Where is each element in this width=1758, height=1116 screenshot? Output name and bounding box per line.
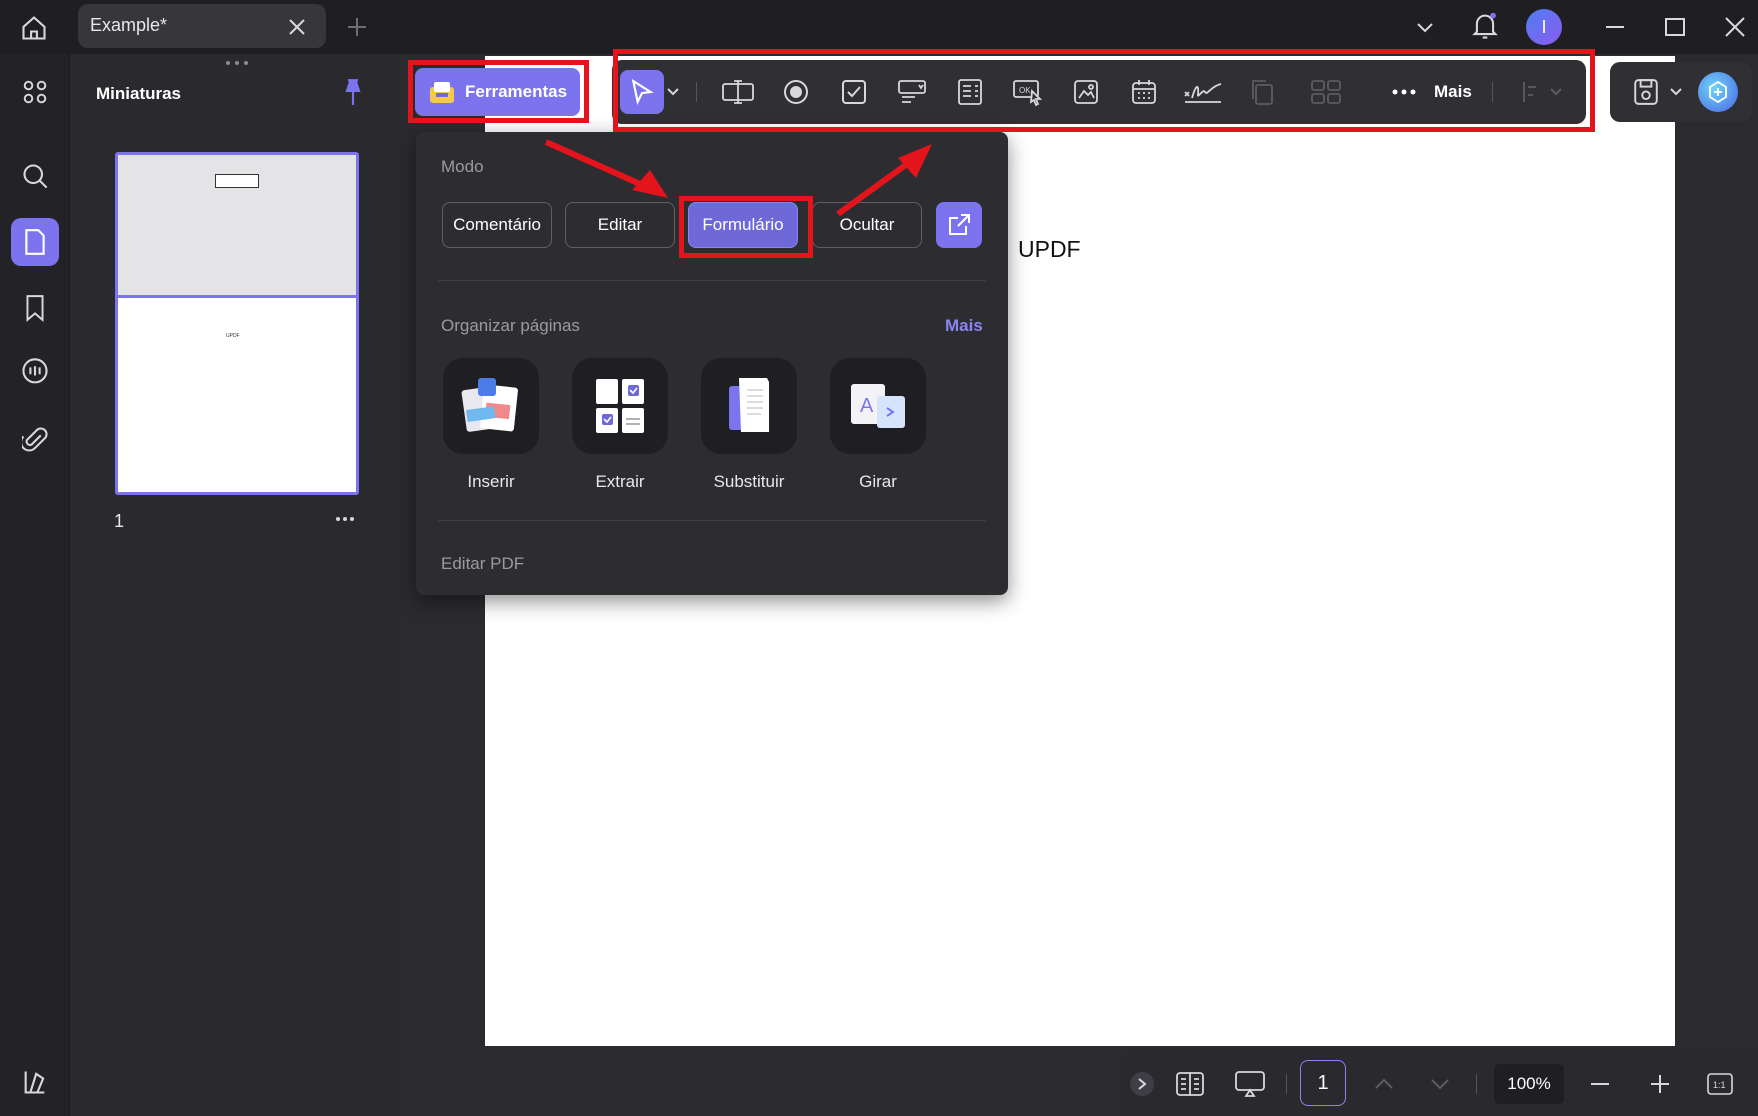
extract-label: Extrair: [595, 472, 645, 491]
pin-icon[interactable]: [338, 76, 368, 108]
pages-thumbnail-icon[interactable]: [11, 218, 59, 266]
organize-section-label: Organizar páginas: [441, 316, 580, 335]
comment-icon[interactable]: [11, 348, 59, 396]
thumbnail-text: UPDF: [226, 333, 240, 339]
edit-pdf-section-label: Editar PDF: [441, 554, 525, 573]
title-bar: Example* I: [0, 0, 1758, 54]
more-options-icon[interactable]: [334, 512, 356, 526]
page-thumbnail[interactable]: UPDF: [115, 152, 359, 495]
right-actions: [1610, 62, 1752, 122]
section-divider: [438, 280, 986, 281]
close-tab-icon[interactable]: [284, 14, 310, 40]
maximize-icon[interactable]: [1658, 12, 1692, 42]
rotate-page-icon: A: [830, 358, 926, 454]
ai-assistant-icon[interactable]: [1698, 72, 1738, 112]
replace-page-icon: [701, 358, 797, 454]
divider: [1476, 1074, 1477, 1094]
annotation-highlight-tools: [408, 60, 589, 123]
annotation-highlight-toolbar: [613, 49, 1595, 132]
replace-label: Substituir: [713, 472, 785, 491]
drag-handle[interactable]: [222, 60, 252, 66]
presentation-icon[interactable]: [1230, 1066, 1270, 1102]
bookmark-icon[interactable]: [11, 284, 59, 332]
minimize-icon[interactable]: [1598, 12, 1632, 42]
next-page-icon[interactable]: [1426, 1070, 1454, 1098]
replace-page-item[interactable]: Substituir: [674, 358, 824, 492]
insert-page-item[interactable]: Inserir: [416, 358, 566, 492]
actual-size-icon[interactable]: 1:1: [1704, 1068, 1736, 1100]
bottom-bar: 1 100% 1:1: [1120, 1052, 1758, 1116]
tab-title: Example*: [90, 15, 168, 35]
panel-title: Miniaturas: [96, 84, 182, 103]
insert-page-icon: [443, 358, 539, 454]
svg-text:1:1: 1:1: [1713, 1080, 1726, 1090]
expand-chevron-icon[interactable]: [1130, 1072, 1154, 1096]
divider: [1286, 1074, 1287, 1094]
zoom-in-icon[interactable]: [1646, 1070, 1674, 1098]
chevron-down-icon[interactable]: [1410, 12, 1440, 42]
document-text: UPDF: [1018, 236, 1081, 262]
search-icon[interactable]: [11, 152, 59, 200]
mode-section-label: Modo: [441, 157, 484, 176]
zoom-level-input[interactable]: 100%: [1494, 1064, 1564, 1104]
extract-page-item[interactable]: Extrair: [545, 358, 695, 492]
page-layout-icon[interactable]: [1172, 1066, 1208, 1102]
extract-page-icon: [572, 358, 668, 454]
user-avatar[interactable]: I: [1526, 9, 1562, 45]
organize-more-link[interactable]: Mais: [945, 316, 983, 336]
thumbnail-header-area: [118, 155, 356, 298]
panel-toggle-icon[interactable]: [11, 1058, 59, 1106]
annotation-arrows: [544, 139, 932, 217]
section-divider: [438, 520, 986, 521]
rotate-label: Girar: [859, 472, 897, 491]
page-number-input[interactable]: 1: [1300, 1060, 1346, 1106]
apps-grid-icon[interactable]: [11, 68, 59, 116]
thumbnail-form-field: [215, 174, 259, 188]
close-window-icon[interactable]: [1718, 12, 1752, 42]
mode-comment-button[interactable]: Comentário: [442, 202, 552, 248]
previous-page-icon[interactable]: [1370, 1070, 1398, 1098]
new-tab-icon[interactable]: [342, 12, 372, 42]
home-icon[interactable]: [14, 8, 54, 48]
save-icon[interactable]: [1624, 70, 1668, 114]
zoom-out-icon[interactable]: [1586, 1070, 1614, 1098]
save-dropdown-chevron-icon[interactable]: [1666, 70, 1686, 114]
rotate-page-item[interactable]: A Girar: [803, 358, 953, 492]
svg-text:A: A: [860, 395, 874, 417]
attachment-icon[interactable]: [11, 416, 59, 464]
left-rail: [0, 54, 70, 1116]
notification-bell-icon[interactable]: [1468, 8, 1502, 44]
thumbnail-page-number: 1: [114, 511, 125, 531]
insert-label: Inserir: [467, 472, 515, 491]
